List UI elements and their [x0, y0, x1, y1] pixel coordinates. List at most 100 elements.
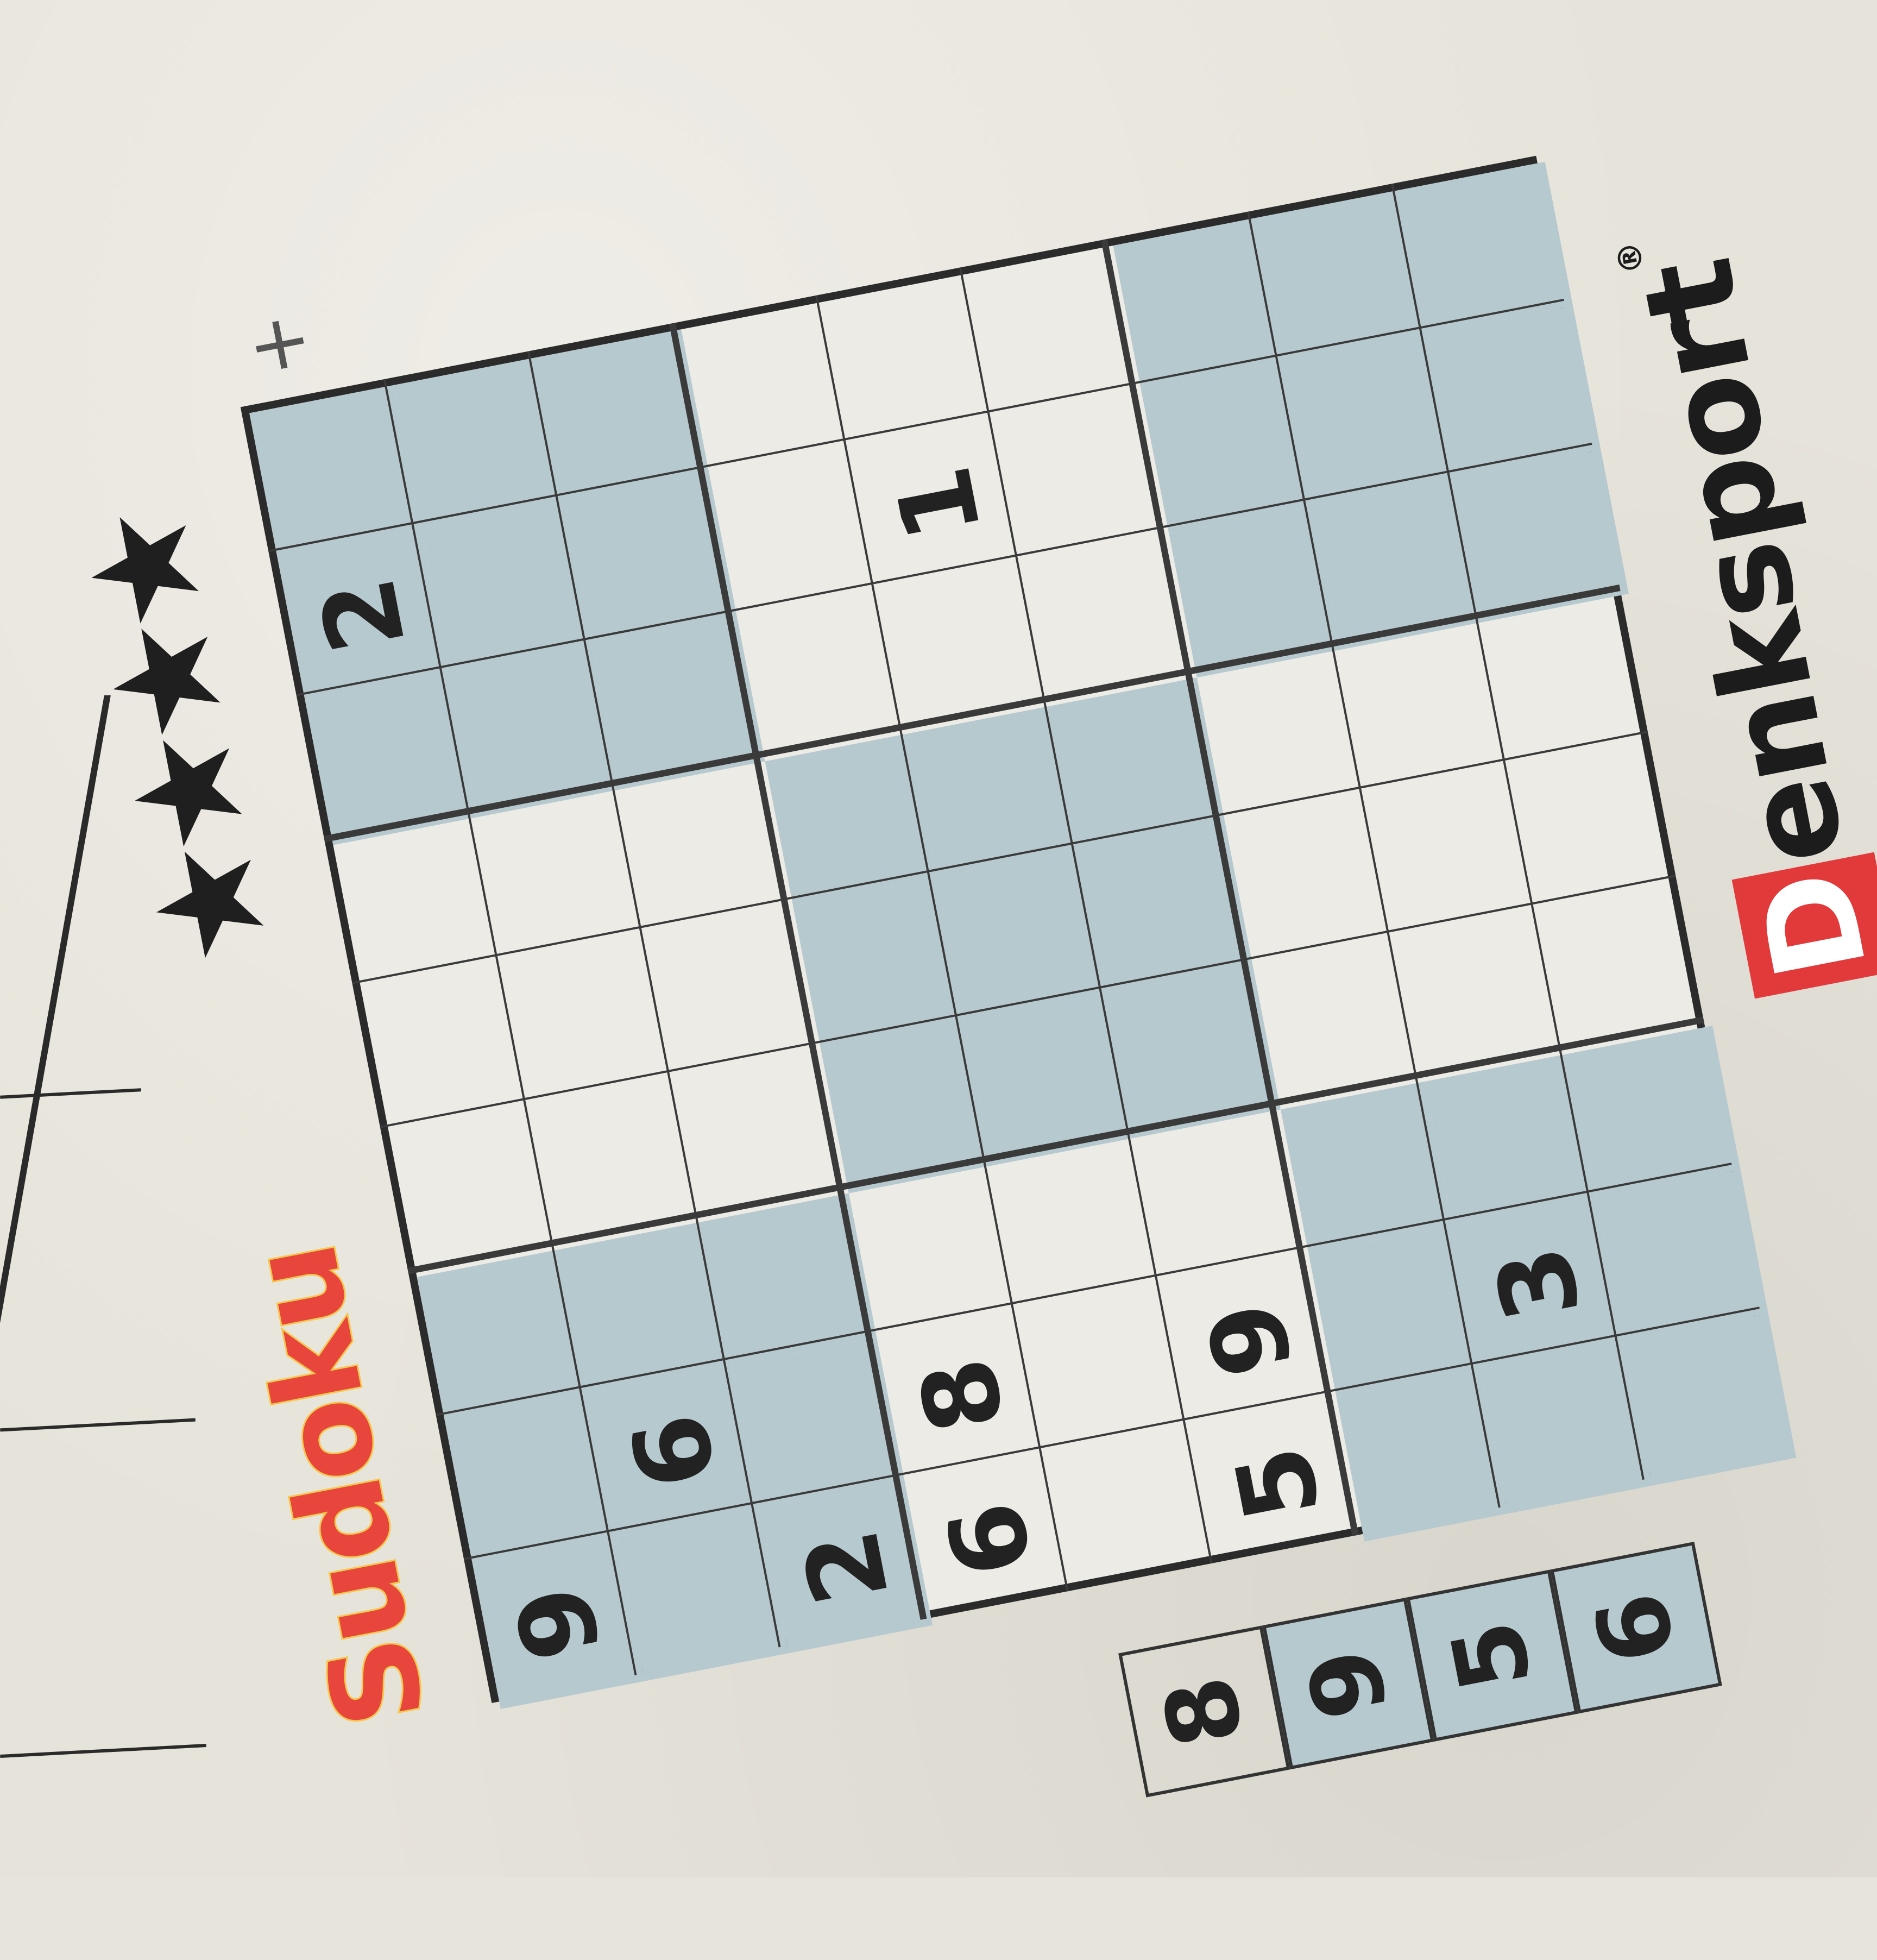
sudoku-cell[interactable]: [305, 673, 477, 845]
sudoku-cell[interactable]: 2: [760, 1481, 933, 1654]
sudoku-cell[interactable]: [1197, 650, 1369, 821]
sudoku-cell[interactable]: [1284, 334, 1457, 506]
sudoku-cell[interactable]: [1257, 190, 1429, 362]
sudoku-cell[interactable]: [1513, 738, 1684, 909]
sudoku-cell[interactable]: [1141, 361, 1313, 534]
sudoku-cell[interactable]: [1336, 1370, 1509, 1542]
sudoku-cell[interactable]: [1081, 821, 1253, 994]
sudoku-cell[interactable]: [1308, 1226, 1481, 1398]
sudoku-cell[interactable]: [1401, 161, 1573, 334]
sudoku-cell[interactable]: [821, 1021, 993, 1193]
cell-digit: 8: [896, 1348, 1028, 1442]
sudoku-cell[interactable]: [560, 1221, 733, 1393]
sudoku-cell[interactable]: [505, 933, 677, 1105]
sudoku-cell[interactable]: [421, 501, 594, 674]
sudoku-cell[interactable]: [477, 789, 648, 961]
cell-digit: 3: [1472, 1237, 1604, 1330]
sudoku-cell[interactable]: [997, 390, 1169, 561]
sudoku-cell[interactable]: [1108, 965, 1281, 1138]
sudoku-cell[interactable]: [881, 562, 1053, 733]
cell-digit: 1: [873, 456, 1005, 550]
sudoku-cell[interactable]: [1480, 1341, 1653, 1514]
sudoku-cell[interactable]: [1313, 478, 1485, 650]
sudoku-cell[interactable]: [1169, 505, 1341, 678]
sudoku-cell[interactable]: [1369, 765, 1540, 937]
sudoku-cell[interactable]: [593, 617, 765, 789]
neighbor-digit: 5: [1429, 1611, 1554, 1700]
neighbor-cell: 6: [1550, 1541, 1722, 1714]
sudoku-cell[interactable]: [1569, 1026, 1741, 1198]
sudoku-cell[interactable]: [1541, 882, 1712, 1053]
sudoku-cell[interactable]: [1137, 1109, 1308, 1281]
sudoku-cell[interactable]: [1280, 1081, 1453, 1254]
sudoku-cell[interactable]: [909, 705, 1081, 878]
sudoku-board[interactable]: 9262681593: [240, 155, 1797, 1710]
sudoku-cell[interactable]: [1341, 621, 1513, 793]
sudoku-cell[interactable]: 2: [277, 529, 450, 701]
sudoku-cell[interactable]: [537, 329, 709, 501]
sudoku-cell[interactable]: [825, 273, 997, 445]
sudoku-cell[interactable]: [1025, 533, 1196, 705]
sudoku-cell[interactable]: [681, 301, 853, 473]
sudoku-cell[interactable]: [333, 817, 505, 989]
sudoku-cell[interactable]: 9: [1164, 1253, 1336, 1425]
cell-digit: 9: [1184, 1292, 1317, 1386]
sudoku-cell[interactable]: 1: [853, 418, 1025, 589]
sudoku-cell[interactable]: 6: [589, 1365, 761, 1537]
sudoku-cell[interactable]: [765, 733, 937, 906]
sudoku-cell[interactable]: [1397, 910, 1569, 1082]
sudoku-cell[interactable]: [704, 1193, 877, 1366]
sudoku-cell[interactable]: [677, 1050, 848, 1221]
sudoku-cell[interactable]: [1053, 677, 1225, 850]
neighbor-digit: 8: [1142, 1667, 1267, 1756]
neighbor-cell: 5: [1406, 1569, 1578, 1742]
sudoku-cell[interactable]: [1457, 449, 1629, 622]
sudoku-cell[interactable]: 9: [473, 1537, 645, 1710]
sudoku-cell[interactable]: [709, 445, 881, 617]
sudoku-cell[interactable]: [1049, 1425, 1220, 1597]
cell-digit: 2: [297, 568, 429, 662]
sudoku-cell[interactable]: [965, 993, 1137, 1166]
sudoku-cell[interactable]: [1225, 794, 1396, 965]
sudoku-cell[interactable]: [1113, 217, 1285, 390]
sudoku-cell[interactable]: [393, 357, 565, 530]
sudoku-cell[interactable]: [1429, 305, 1601, 478]
sudoku-cell[interactable]: [649, 906, 821, 1077]
sudoku-cell[interactable]: [445, 1393, 617, 1565]
sudoku-cell[interactable]: [621, 761, 792, 933]
sudoku-cell[interactable]: 6: [905, 1453, 1076, 1625]
cell-digit: 6: [608, 1404, 740, 1498]
neighbor-digit: 9: [1286, 1639, 1410, 1728]
sudoku-cell[interactable]: [616, 1509, 789, 1681]
sudoku-cell[interactable]: [449, 645, 621, 818]
neighbor-digit: 6: [1574, 1583, 1699, 1672]
sudoku-cell[interactable]: [733, 1337, 905, 1510]
sudoku-cell[interactable]: [1485, 594, 1656, 765]
sudoku-cell[interactable]: [1596, 1170, 1768, 1342]
sudoku-cell[interactable]: [249, 385, 421, 557]
sudoku-cell[interactable]: [792, 877, 965, 1050]
neighbor-cell: 8: [1118, 1625, 1290, 1798]
cell-digit: 6: [924, 1492, 1056, 1586]
sudoku-cell[interactable]: 8: [877, 1309, 1048, 1481]
neighbor-cell: 9: [1262, 1597, 1434, 1770]
sudoku-cell[interactable]: [389, 1105, 560, 1277]
sudoku-cell[interactable]: [361, 961, 533, 1133]
sudoku-cell[interactable]: 5: [1193, 1398, 1364, 1569]
sudoku-cell[interactable]: [533, 1077, 704, 1249]
sudoku-cell[interactable]: [993, 1138, 1164, 1309]
sudoku-cell[interactable]: [1425, 1053, 1597, 1226]
sudoku-cell[interactable]: [565, 473, 738, 645]
sudoku-cell[interactable]: 3: [1452, 1197, 1624, 1370]
sudoku-cell[interactable]: [1253, 938, 1425, 1109]
sudoku-cell[interactable]: [737, 589, 909, 761]
cell-digit: 5: [1212, 1436, 1344, 1530]
brand-initial: D: [1731, 852, 1877, 999]
sudoku-cell[interactable]: [1624, 1314, 1797, 1486]
sudoku-cell[interactable]: [969, 246, 1141, 417]
sudoku-cell[interactable]: [849, 1165, 1021, 1337]
sudoku-cell[interactable]: [417, 1249, 589, 1421]
sudoku-cell[interactable]: [1021, 1281, 1192, 1453]
cell-digit: 9: [493, 1576, 625, 1670]
sudoku-cell[interactable]: [937, 849, 1109, 1022]
